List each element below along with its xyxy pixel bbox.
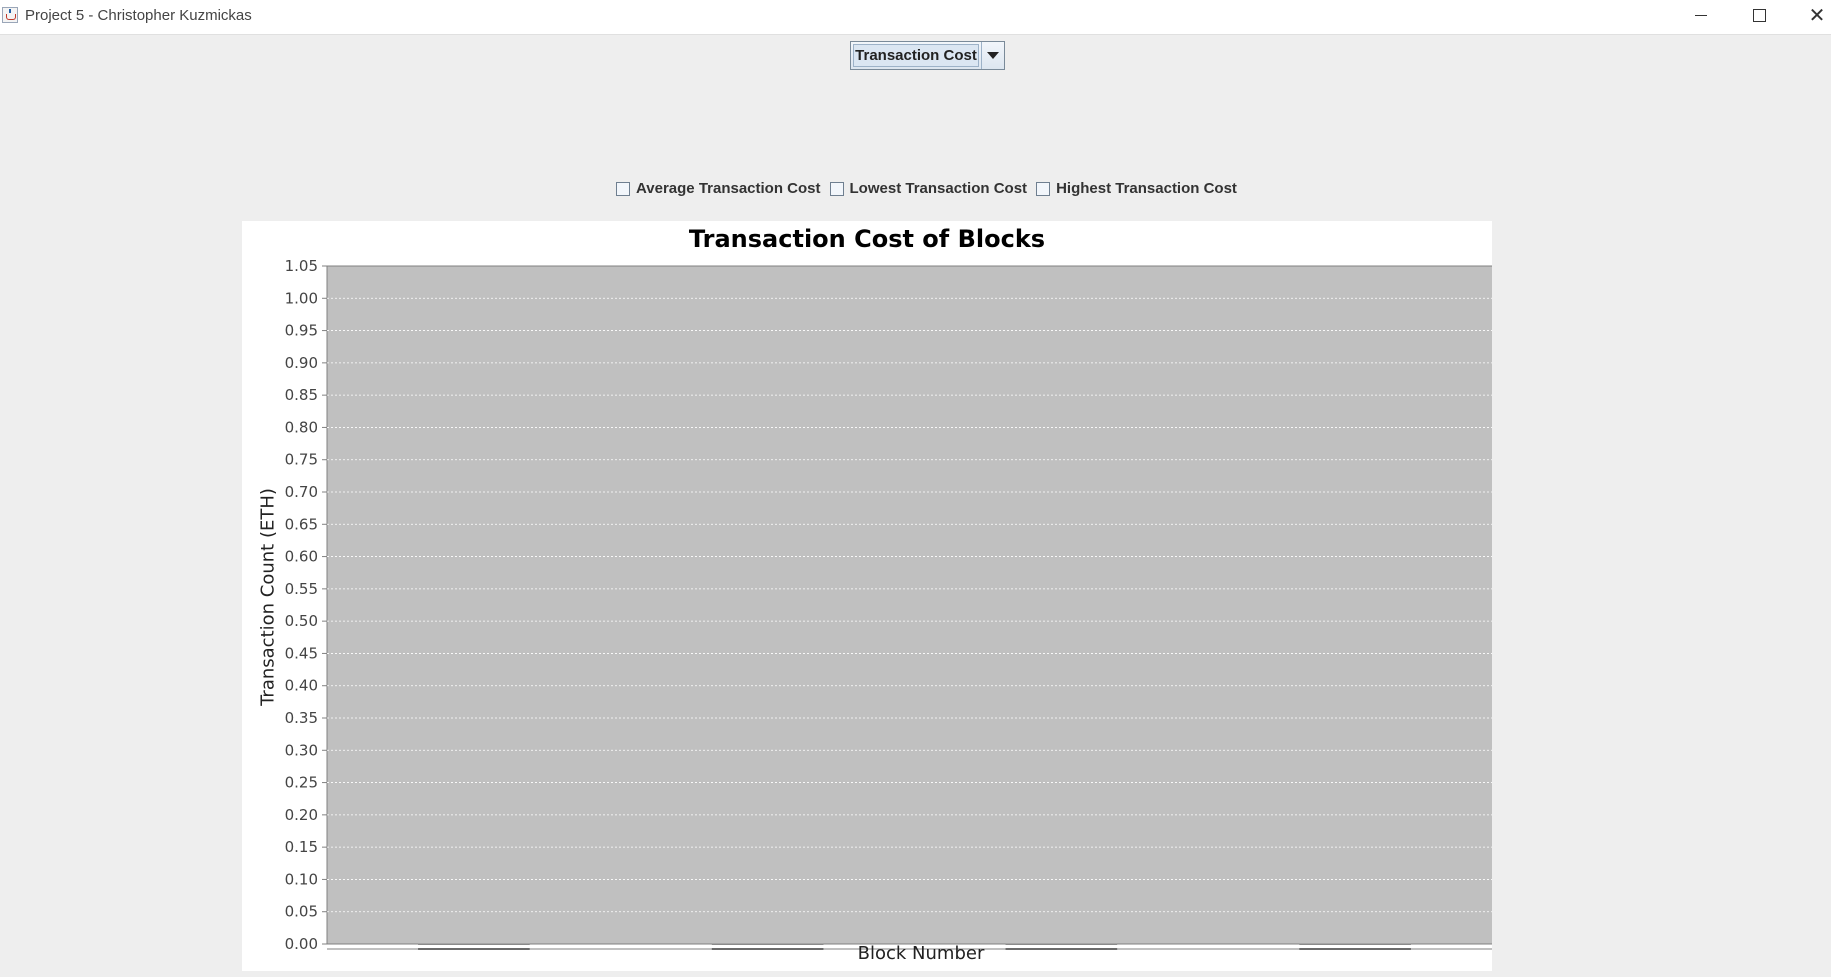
window-title: Project 5 - Christopher Kuzmickas — [25, 7, 252, 24]
y-tick-label: 0.25 — [285, 774, 318, 792]
checkbox-box[interactable] — [616, 181, 630, 196]
maximize-button[interactable] — [1730, 0, 1788, 30]
x-axis-label: Block Number — [857, 943, 985, 964]
y-tick-label: 0.75 — [285, 451, 318, 469]
y-tick-label: 0.40 — [285, 677, 318, 695]
y-tick-label: 1.05 — [285, 257, 318, 275]
y-tick-label: 0.70 — [285, 483, 318, 501]
checkbox-highest-cost[interactable]: Highest Transaction Cost — [1036, 180, 1237, 197]
checkbox-label: Lowest Transaction Cost — [849, 180, 1028, 197]
chart-title: Transaction Cost of Blocks — [688, 225, 1046, 253]
y-tick-label: 0.10 — [285, 870, 318, 888]
y-axis-label: Transaction Count (ETH) — [257, 488, 279, 706]
checkbox-lowest-cost[interactable]: Lowest Transaction Cost — [829, 180, 1028, 197]
series-toggle-group: Average Transaction Cost Lowest Transact… — [616, 180, 1237, 197]
maximize-icon — [1752, 8, 1766, 22]
checkbox-label: Average Transaction Cost — [636, 180, 821, 197]
close-button[interactable]: ✕ — [1788, 0, 1831, 30]
chart-panel: 0.00 0.05 0.10 0.15 0.20 0.25 0.30 0.35 0.40 0.45… — [242, 221, 1492, 971]
java-icon[interactable] — [2, 7, 18, 23]
y-tick-label: 1.00 — [285, 289, 318, 307]
chart-type-dropdown[interactable]: Transaction Cost — [850, 41, 1005, 70]
y-tick-label: 0.35 — [285, 709, 318, 727]
minimize-icon — [1695, 14, 1707, 16]
y-tick-label: 0.65 — [285, 515, 318, 533]
dropdown-arrow-button[interactable] — [981, 42, 1004, 69]
y-tick-label: 0.30 — [285, 741, 318, 759]
checkbox-box[interactable] — [1036, 181, 1051, 196]
y-tick-label: 0.55 — [285, 580, 318, 598]
y-tick-label: 0.85 — [285, 386, 318, 404]
y-tick-label: 0.05 — [285, 903, 318, 921]
chart-canvas: 0.000.050.100.150.200.250.300.350.400.45… — [285, 257, 1492, 953]
y-tick-label: 0.45 — [285, 644, 318, 662]
checkbox-box[interactable] — [829, 181, 844, 196]
title-bar: Project 5 - Christopher Kuzmickas ✕ — [0, 0, 1831, 35]
checkbox-label: Highest Transaction Cost — [1056, 180, 1237, 197]
minimize-button[interactable] — [1672, 0, 1730, 30]
plot-area — [326, 265, 1492, 945]
y-tick-label: 0.15 — [285, 838, 318, 856]
close-icon: ✕ — [1808, 3, 1826, 27]
y-tick-label: 0.20 — [285, 806, 318, 824]
y-tick-label: 0.90 — [285, 354, 318, 372]
y-tick-label: 0.50 — [285, 612, 318, 630]
chevron-down-icon — [987, 52, 999, 59]
dropdown-selected-value[interactable]: Transaction Cost — [853, 44, 979, 67]
y-tick-label: 0.60 — [285, 548, 318, 566]
checkbox-average-cost[interactable]: Average Transaction Cost — [616, 180, 821, 197]
y-tick-label: 0.95 — [285, 322, 318, 340]
y-tick-label: 0.80 — [285, 418, 318, 436]
